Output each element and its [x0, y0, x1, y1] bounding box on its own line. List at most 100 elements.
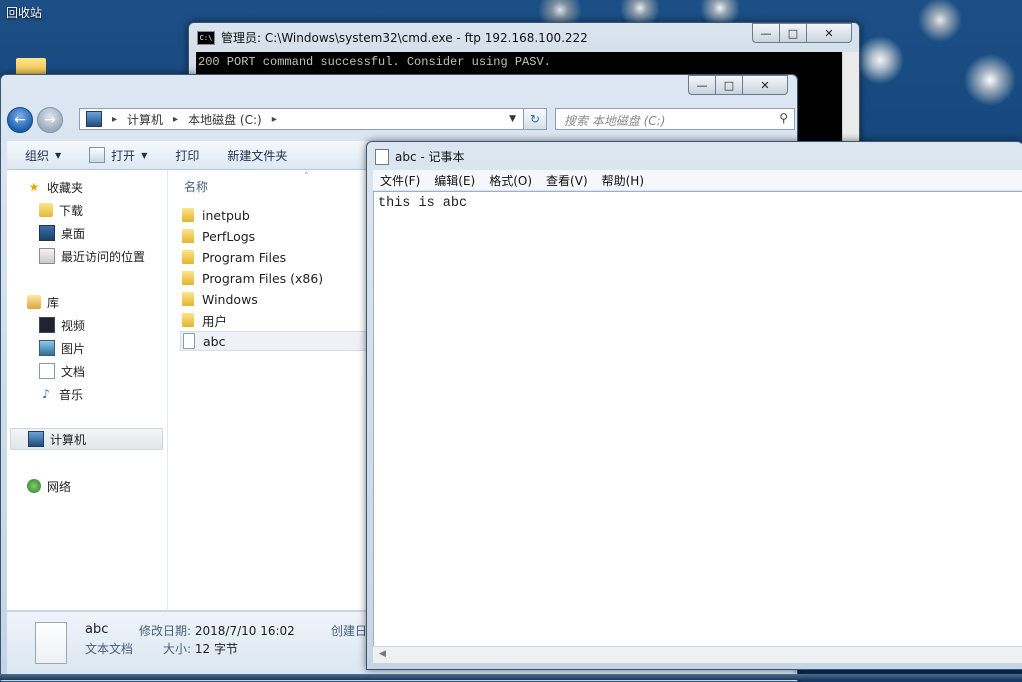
nav-label: 桌面 [61, 226, 86, 241]
list-item[interactable]: Windows [182, 289, 368, 309]
menu-help[interactable]: 帮助(H) [595, 172, 651, 189]
taskbar[interactable] [0, 674, 1022, 680]
details-file-type: 文本文档 [85, 642, 134, 656]
file-name: abc [203, 333, 226, 349]
navigation-bar: ← → ▸ 计算机 ▸ 本地磁盘 (C:) ▸ ▼ ↻ 搜索 本地磁盘 (C:)… [7, 105, 795, 135]
nav-label: 最近访问的位置 [61, 249, 146, 264]
file-name: Windows [202, 291, 258, 307]
recycle-bin-label[interactable]: 回收站 [6, 4, 42, 21]
folder-icon [182, 271, 194, 285]
computer-icon [28, 431, 44, 447]
nav-item-downloads[interactable]: 下载 [39, 199, 83, 221]
forward-button[interactable]: → [37, 107, 63, 133]
scroll-left-icon[interactable]: ◀ [379, 649, 386, 659]
library-icon [27, 295, 41, 309]
menu-view[interactable]: 查看(V) [539, 172, 595, 189]
cmd-title: 管理员: C:\Windows\system32\cmd.exe - ftp 1… [221, 31, 588, 45]
address-bar[interactable]: ▸ 计算机 ▸ 本地磁盘 (C:) ▸ ▼ [79, 108, 541, 130]
maximize-button[interactable]: □ [779, 23, 807, 43]
list-item[interactable]: inetpub [182, 205, 368, 225]
nav-item-network[interactable]: 网络 [27, 475, 71, 497]
list-item[interactable]: Program Files [182, 247, 368, 267]
cmd-app-icon: C:\ [197, 30, 215, 45]
nav-label: 下载 [59, 203, 84, 218]
nav-label: 图片 [61, 341, 86, 356]
print-button[interactable]: 打印 [161, 147, 213, 164]
chevron-down-icon: ▼ [141, 150, 148, 160]
breadcrumb-drive[interactable]: 本地磁盘 (C:) [188, 111, 262, 128]
details-size-label: 大小: [163, 642, 192, 656]
text-file-icon [35, 622, 67, 664]
nav-item-favorites[interactable]: ★ 收藏夹 [27, 176, 83, 198]
file-name: 用户 [202, 313, 228, 329]
folder-icon [182, 292, 194, 306]
nav-label: 视频 [61, 318, 86, 333]
refresh-button[interactable]: ↻ [523, 108, 547, 130]
navigation-pane: ★ 收藏夹 下载 桌面 最近访问的位置 库 视频 图片 文档 ♪ 音乐 计算机 … [7, 170, 168, 610]
nav-label: 音乐 [59, 387, 84, 402]
details-modified: 修改日期: 2018/7/10 16:02 [139, 622, 295, 639]
cmd-titlebar[interactable]: C:\ 管理员: C:\Windows\system32\cmd.exe - f… [197, 29, 588, 46]
horizontal-scrollbar[interactable]: ◀ [373, 646, 1022, 663]
notepad-text-area[interactable]: this is abc [373, 191, 1022, 647]
video-icon [39, 317, 55, 333]
chevron-right-icon[interactable]: ▸ [173, 114, 178, 125]
back-button[interactable]: ← [7, 107, 33, 133]
nav-item-pictures[interactable]: 图片 [39, 337, 85, 359]
nav-label: 网络 [47, 479, 72, 494]
nav-item-music[interactable]: ♪ 音乐 [39, 383, 83, 405]
menu-format[interactable]: 格式(O) [482, 172, 539, 189]
nav-label: 收藏夹 [47, 180, 84, 195]
open-icon [89, 147, 106, 163]
close-button[interactable]: ✕ [742, 75, 788, 95]
folder-icon [182, 229, 194, 243]
list-item[interactable]: PerfLogs [182, 226, 368, 246]
text-file-icon [183, 333, 195, 349]
organize-button[interactable]: 组织 ▼ [7, 147, 75, 164]
list-item-selected[interactable]: abc [180, 331, 370, 351]
search-icon[interactable]: ⚲ [779, 111, 788, 125]
details-modified-value: 2018/7/10 16:02 [194, 624, 295, 638]
nav-label: 文档 [61, 364, 86, 379]
chevron-right-icon[interactable]: ▸ [112, 114, 117, 125]
network-icon [27, 479, 41, 493]
nav-item-recent[interactable]: 最近访问的位置 [39, 245, 145, 267]
nav-label: 计算机 [50, 432, 87, 447]
notepad-app-icon [375, 148, 389, 165]
pictures-icon [39, 340, 55, 356]
details-modified-label: 修改日期: [139, 624, 192, 638]
close-button[interactable]: ✕ [806, 23, 852, 43]
list-item[interactable]: Program Files (x86) [182, 268, 368, 288]
search-input[interactable]: 搜索 本地磁盘 (C:) ⚲ [555, 108, 795, 130]
notepad-title: abc - 记事本 [395, 150, 465, 164]
notepad-window[interactable]: abc - 记事本 文件(F) 编辑(E) 格式(O) 查看(V) 帮助(H) … [366, 141, 1022, 670]
new-folder-button[interactable]: 新建文件夹 [213, 147, 301, 164]
breadcrumb-computer[interactable]: 计算机 [127, 111, 163, 128]
file-name: inetpub [202, 207, 250, 223]
file-name: Program Files [202, 249, 287, 265]
folder-icon [182, 250, 194, 264]
document-icon [39, 363, 55, 379]
folder-icon [182, 313, 194, 327]
nav-item-documents[interactable]: 文档 [39, 360, 85, 382]
nav-item-videos[interactable]: 视频 [39, 314, 85, 336]
computer-icon [86, 111, 102, 127]
nav-item-computer[interactable]: 计算机 [10, 428, 163, 450]
cmd-caption-buttons: — □ ✕ [752, 23, 852, 43]
file-name: PerfLogs [202, 228, 256, 244]
chevron-down-icon[interactable]: ▼ [509, 114, 516, 124]
column-header-name[interactable]: 名称 [184, 178, 208, 195]
notepad-titlebar[interactable]: abc - 记事本 [375, 148, 465, 165]
menu-edit[interactable]: 编辑(E) [427, 172, 482, 189]
open-button[interactable]: 打开 ▼ [75, 147, 161, 164]
minimize-button[interactable]: — [688, 75, 716, 95]
maximize-button[interactable]: □ [715, 75, 743, 95]
nav-item-libraries[interactable]: 库 [27, 291, 59, 313]
minimize-button[interactable]: — [752, 23, 780, 43]
file-list: 名称 ˄ inetpub PerfLogs Program Files Prog… [168, 170, 370, 610]
chevron-right-icon[interactable]: ▸ [272, 114, 277, 125]
nav-item-desktop[interactable]: 桌面 [39, 222, 85, 244]
list-item[interactable]: 用户 [182, 310, 368, 330]
details-created-label: 创建日 [331, 624, 368, 638]
menu-file[interactable]: 文件(F) [373, 172, 427, 189]
